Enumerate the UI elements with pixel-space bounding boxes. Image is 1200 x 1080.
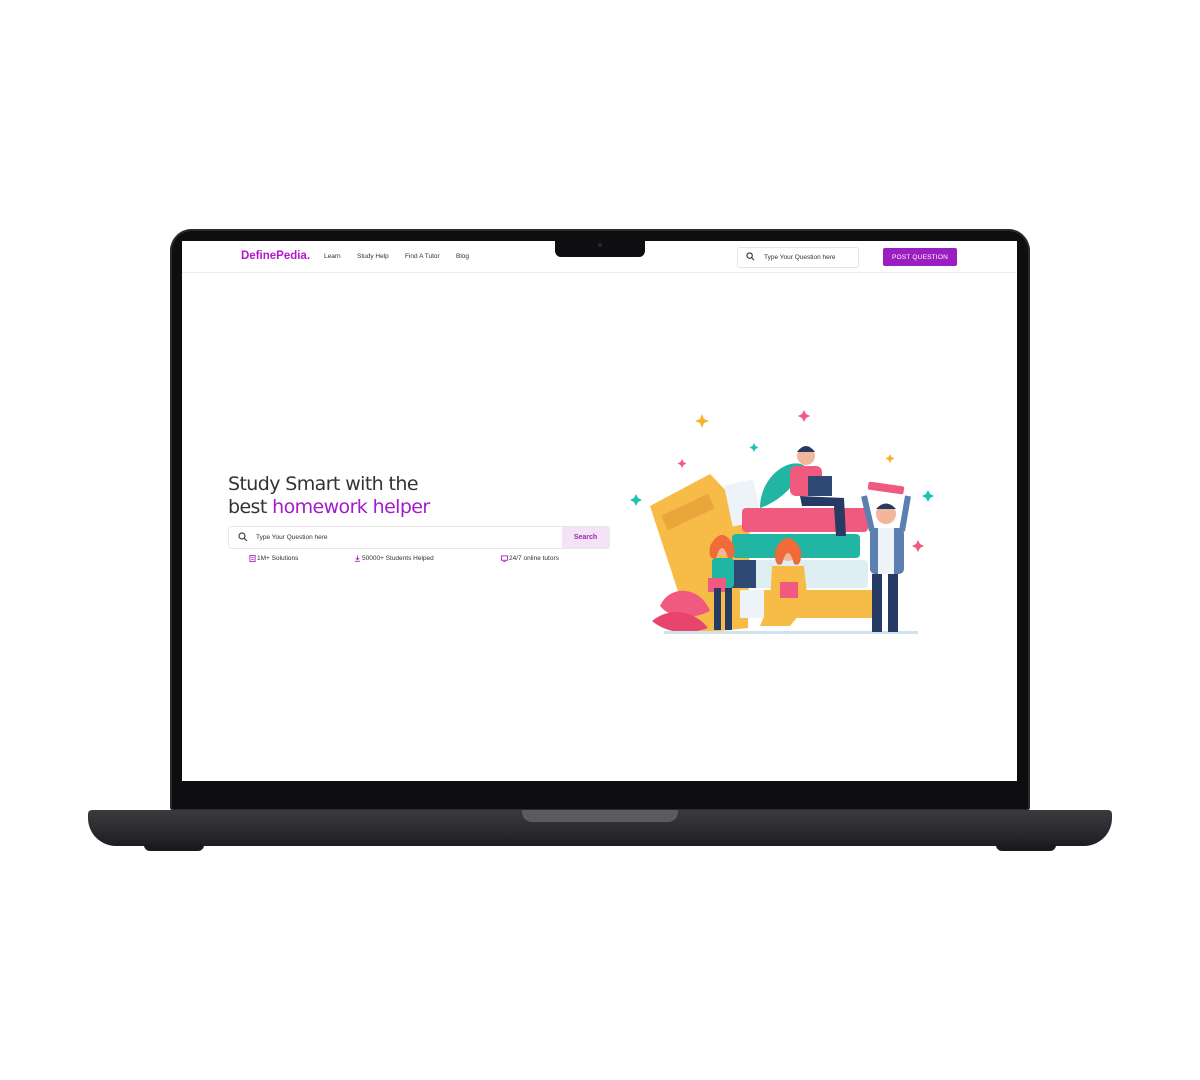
nav-link-find-a-tutor[interactable]: Find A Tutor <box>405 253 440 260</box>
stat-students-helped: 50000+ Students Helped <box>354 555 434 562</box>
stat-label: 24/7 online tutors <box>509 555 559 562</box>
camera-icon <box>598 243 602 247</box>
nav-search-input[interactable] <box>764 250 852 264</box>
laptop-screen: DefinePedia. Learn Study Help Find A Tut… <box>182 241 1017 781</box>
hero-search-input[interactable] <box>256 530 556 544</box>
site-logo[interactable]: DefinePedia. <box>241 250 310 262</box>
laptop-foot-left <box>144 845 204 851</box>
search-icon <box>238 532 248 542</box>
hero-heading-line2: best homework helper <box>228 496 430 519</box>
stat-label: 50000+ Students Helped <box>362 555 434 562</box>
laptop-hinge-notch <box>522 810 678 822</box>
nav-link-learn[interactable]: Learn <box>324 253 341 260</box>
students-books-illustration <box>630 410 934 634</box>
hero-search-button[interactable]: Search <box>562 527 609 548</box>
stat-label: 1M+ Solutions <box>257 555 299 562</box>
nav-search-box <box>737 247 859 268</box>
nav-link-blog[interactable]: Blog <box>456 253 469 260</box>
laptop-foot-right <box>996 845 1056 851</box>
nav-link-study-help[interactable]: Study Help <box>357 253 389 260</box>
screen-bottom-bezel <box>182 781 1017 791</box>
stat-solutions: 1M+ Solutions <box>249 555 298 562</box>
download-icon <box>354 555 361 562</box>
hero-heading: Study Smart with the best homework helpe… <box>228 473 430 519</box>
hero-heading-accent: homework helper <box>272 496 430 518</box>
search-icon <box>746 252 755 261</box>
hero-heading-line1: Study Smart with the <box>228 473 419 495</box>
hero-heading-prefix: best <box>228 496 273 518</box>
document-icon <box>249 555 256 562</box>
stat-online-tutors: 24/7 online tutors <box>501 555 559 562</box>
hero-search-box: Search <box>228 526 610 549</box>
monitor-icon <box>501 555 508 562</box>
post-question-button[interactable]: POST QUESTION <box>883 248 957 266</box>
